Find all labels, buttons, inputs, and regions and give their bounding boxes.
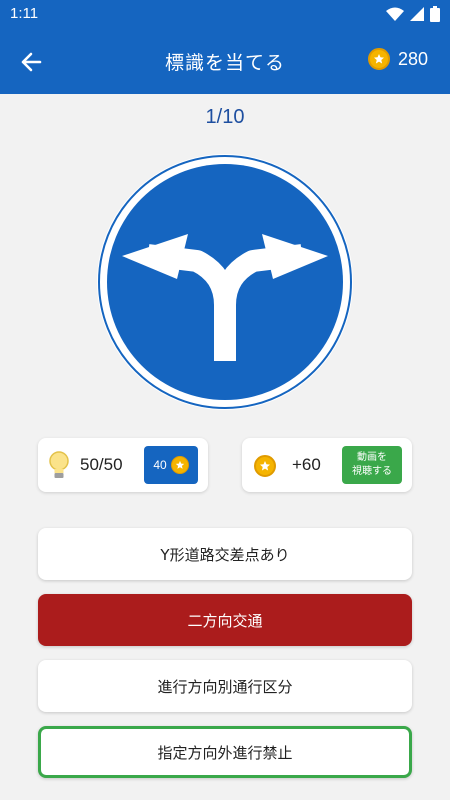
question-progress: 1/10	[205, 106, 245, 128]
coin-balance: 280	[367, 48, 428, 70]
use-hint-button[interactable]: 40	[144, 446, 198, 484]
hint-count: 50/50	[80, 455, 123, 474]
answer-option-4[interactable]: 指定方向外進行禁止	[38, 726, 412, 778]
answer-option-2[interactable]: 二方向交通	[38, 594, 412, 646]
status-icons	[386, 6, 440, 22]
coin-icon	[170, 456, 189, 474]
traffic-sign-image	[97, 154, 353, 410]
lightbulb-icon	[49, 451, 69, 478]
hint-card: 50/50 40	[38, 438, 208, 492]
coin-count: 280	[397, 48, 428, 69]
watch-video-button[interactable]: 動画を 視聴する	[342, 446, 402, 484]
coin-icon	[367, 48, 390, 70]
status-time: 1:11	[10, 5, 39, 22]
reward-card: +60 動画を 視聴する	[242, 438, 412, 492]
battery-icon	[430, 6, 440, 22]
status-bar: 1:11	[0, 0, 450, 28]
reward-amount: +60	[292, 455, 321, 474]
hint-cost: 40	[153, 458, 167, 472]
wifi-icon	[386, 7, 404, 21]
answer-option-3[interactable]: 進行方向別通行区分	[38, 660, 412, 712]
answer-option-1[interactable]: Y形道路交差点あり	[38, 528, 412, 580]
app-bar: 標識を当てる 280	[0, 28, 450, 94]
coin-icon	[254, 455, 276, 477]
signal-icon	[410, 7, 424, 21]
